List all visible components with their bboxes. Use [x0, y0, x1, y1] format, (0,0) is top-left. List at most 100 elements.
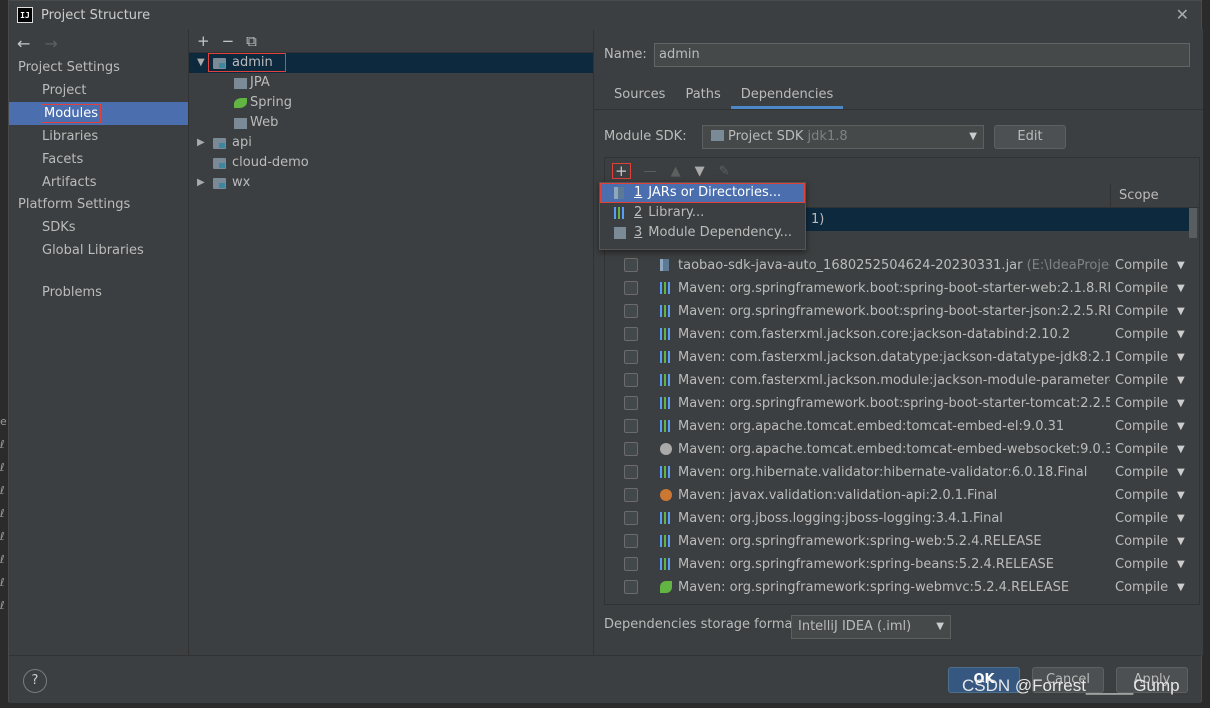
copy-icon[interactable]: ⧉ — [246, 32, 257, 50]
scope-value[interactable]: Compile — [1115, 254, 1168, 277]
export-checkbox[interactable] — [624, 465, 638, 479]
export-checkbox[interactable] — [624, 534, 638, 548]
export-checkbox[interactable] — [624, 511, 638, 525]
chevron-down-icon[interactable]: ▼ — [1177, 254, 1185, 277]
tree-node-wx[interactable]: ▶ wx — [189, 173, 593, 193]
chevron-down-icon[interactable]: ▼ — [1177, 323, 1185, 346]
table-row[interactable]: Maven: org.springframework.boot:spring-b… — [605, 300, 1199, 323]
scope-value[interactable]: Compile — [1115, 369, 1168, 392]
table-row[interactable]: Maven: com.fasterxml.jackson.datatype:ja… — [605, 346, 1199, 369]
scope-column-header[interactable]: Scope — [1110, 184, 1199, 208]
tab-paths[interactable]: Paths — [675, 81, 730, 109]
table-row[interactable]: taobao-sdk-java-auto_1680252504624-20230… — [605, 254, 1199, 277]
table-row[interactable]: Maven: org.springframework:spring-beans:… — [605, 553, 1199, 576]
edit-sdk-button[interactable]: Edit — [994, 125, 1066, 149]
table-scrollbar[interactable] — [1189, 208, 1197, 238]
chevron-down-icon[interactable]: ▼ — [1177, 530, 1185, 553]
table-row[interactable]: Maven: org.springframework.boot:spring-b… — [605, 277, 1199, 300]
export-checkbox[interactable] — [624, 557, 638, 571]
table-row[interactable]: Maven: org.hibernate.validator:hibernate… — [605, 461, 1199, 484]
nav-item-project[interactable]: Project — [9, 79, 188, 102]
nav-item-global-libraries[interactable]: Global Libraries — [9, 239, 188, 262]
table-row[interactable]: Maven: org.apache.tomcat.embed:tomcat-em… — [605, 438, 1199, 461]
export-checkbox[interactable] — [624, 419, 638, 433]
scope-value[interactable]: Compile — [1115, 461, 1168, 484]
remove-icon[interactable]: − — [222, 32, 235, 50]
export-checkbox[interactable] — [624, 304, 638, 318]
scope-value[interactable]: Compile — [1115, 392, 1168, 415]
chevron-right-icon[interactable]: ▶ — [197, 133, 205, 153]
scope-value[interactable]: Compile — [1115, 484, 1168, 507]
export-checkbox[interactable] — [624, 488, 638, 502]
storage-format-select[interactable]: IntelliJ IDEA (.iml) ▼ — [791, 615, 951, 639]
move-down-icon[interactable]: ▼ — [695, 164, 705, 179]
export-checkbox[interactable] — [624, 442, 638, 456]
chevron-down-icon[interactable]: ▼ — [1177, 461, 1185, 484]
menu-item-module-dependency[interactable]: 3 Module Dependency... — [600, 223, 805, 243]
export-checkbox[interactable] — [624, 327, 638, 341]
chevron-down-icon[interactable]: ▼ — [1177, 507, 1185, 530]
export-checkbox[interactable] — [624, 281, 638, 295]
scope-value[interactable]: Compile — [1115, 415, 1168, 438]
chevron-down-icon[interactable]: ▼ — [1177, 300, 1185, 323]
back-arrow-icon[interactable]: ← — [17, 34, 30, 53]
scope-value[interactable]: Compile — [1115, 553, 1168, 576]
scope-value[interactable]: Compile — [1115, 507, 1168, 530]
help-icon[interactable]: ? — [23, 669, 47, 693]
tab-dependencies[interactable]: Dependencies — [730, 81, 844, 109]
scope-value[interactable]: Compile — [1115, 300, 1168, 323]
tree-node-cloud-demo[interactable]: cloud-demo — [189, 153, 593, 173]
table-row[interactable]: Maven: org.apache.tomcat.embed:tomcat-em… — [605, 415, 1199, 438]
edit-pencil-icon[interactable]: ✎ — [719, 164, 730, 179]
scope-value[interactable]: Compile — [1115, 323, 1168, 346]
scope-value[interactable]: Compile — [1115, 576, 1168, 599]
scope-value[interactable]: Compile — [1115, 346, 1168, 369]
tree-node-jpa[interactable]: JPA — [189, 73, 593, 93]
nav-item-facets[interactable]: Facets — [9, 148, 188, 171]
export-checkbox[interactable] — [624, 580, 638, 594]
table-row[interactable]: Maven: org.springframework:spring-webmvc… — [605, 576, 1199, 599]
nav-item-libraries[interactable]: Libraries — [9, 125, 188, 148]
module-sdk-select[interactable]: Project SDK jdk1.8 ▼ — [702, 125, 984, 149]
chevron-down-icon[interactable]: ▼ — [1177, 392, 1185, 415]
chevron-down-icon[interactable]: ▼ — [1177, 369, 1185, 392]
move-up-icon[interactable]: ▲ — [671, 164, 681, 179]
add-dependency-icon[interactable]: + — [612, 163, 631, 179]
tree-node-spring[interactable]: Spring — [189, 93, 593, 113]
menu-item-jars-or-directories[interactable]: 1 JARs or Directories... — [600, 183, 805, 203]
chevron-down-icon[interactable]: ▼ — [197, 53, 205, 73]
chevron-right-icon[interactable]: ▶ — [197, 173, 205, 193]
nav-item-modules[interactable]: Modules — [9, 102, 188, 125]
chevron-down-icon[interactable]: ▼ — [1177, 553, 1185, 576]
tree-node-api[interactable]: ▶ api — [189, 133, 593, 153]
chevron-down-icon[interactable]: ▼ — [1177, 484, 1185, 507]
chevron-down-icon[interactable]: ▼ — [1177, 576, 1185, 599]
tree-node-web[interactable]: Web — [189, 113, 593, 133]
scope-value[interactable]: Compile — [1115, 277, 1168, 300]
scope-value[interactable]: Compile — [1115, 530, 1168, 553]
nav-item-artifacts[interactable]: Artifacts — [9, 171, 188, 194]
table-row[interactable]: Maven: org.jboss.logging:jboss-logging:3… — [605, 507, 1199, 530]
table-row[interactable]: Maven: org.springframework:spring-web:5.… — [605, 530, 1199, 553]
export-checkbox[interactable] — [624, 258, 638, 272]
table-row[interactable]: Maven: com.fasterxml.jackson.module:jack… — [605, 369, 1199, 392]
close-icon[interactable]: ✕ — [1176, 5, 1189, 24]
tree-node-admin[interactable]: ▼ admin — [189, 53, 593, 73]
nav-item-problems[interactable]: Problems — [9, 281, 188, 304]
menu-item-library[interactable]: 2 Library... — [600, 203, 805, 223]
table-row[interactable]: Maven: com.fasterxml.jackson.core:jackso… — [605, 323, 1199, 346]
table-row[interactable]: Maven: org.springframework.boot:spring-b… — [605, 392, 1199, 415]
chevron-down-icon[interactable]: ▼ — [1177, 346, 1185, 369]
remove-icon[interactable]: — — [644, 164, 657, 179]
export-checkbox[interactable] — [624, 396, 638, 410]
nav-item-sdks[interactable]: SDKs — [9, 216, 188, 239]
chevron-down-icon[interactable]: ▼ — [1177, 415, 1185, 438]
export-checkbox[interactable] — [624, 373, 638, 387]
forward-arrow-icon[interactable]: → — [44, 34, 57, 53]
scope-value[interactable]: Compile — [1115, 438, 1168, 461]
export-checkbox[interactable] — [624, 350, 638, 364]
chevron-down-icon[interactable]: ▼ — [1177, 438, 1185, 461]
name-input[interactable]: admin — [654, 43, 1190, 67]
table-row[interactable]: Maven: javax.validation:validation-api:2… — [605, 484, 1199, 507]
add-icon[interactable]: + — [197, 32, 210, 50]
